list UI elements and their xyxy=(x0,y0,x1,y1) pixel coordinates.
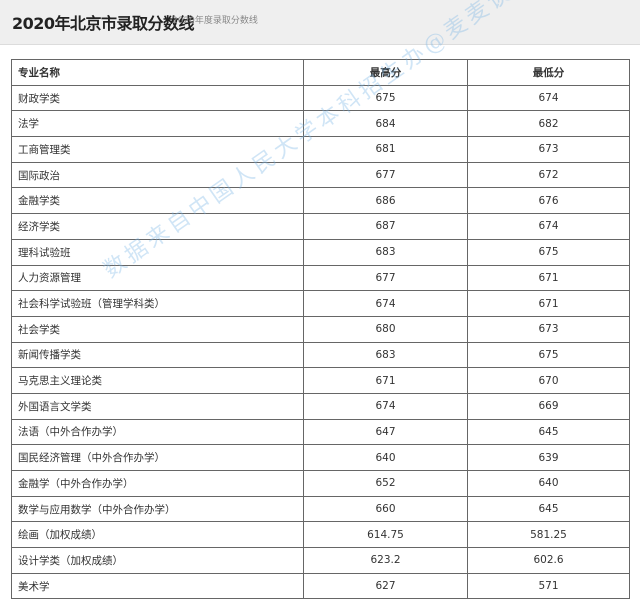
major-name: 美术学 xyxy=(11,572,304,600)
highest-score: 647 xyxy=(303,418,468,446)
lowest-score: 581.25 xyxy=(467,521,630,549)
major-name: 设计学类（加权成绩） xyxy=(11,547,304,574)
highest-score: 680 xyxy=(303,315,468,343)
lowest-score: 645 xyxy=(467,495,630,523)
highest-score: 683 xyxy=(303,238,468,266)
lowest-score: 571 xyxy=(467,572,630,600)
lowest-score: 673 xyxy=(467,136,630,163)
highest-score: 614.75 xyxy=(303,521,468,549)
table-row: 新闻传播学类 683 675 xyxy=(11,341,630,369)
lowest-score: 682 xyxy=(467,110,630,138)
major-name: 社会科学试验班（管理学科类） xyxy=(11,290,304,317)
highest-score: 660 xyxy=(303,495,468,523)
major-name: 马克思主义理论类 xyxy=(11,367,304,394)
major-name: 金融学（中外合作办学） xyxy=(11,470,304,497)
major-name: 法语（中外合作办学） xyxy=(11,418,304,446)
highest-score: 684 xyxy=(303,110,468,138)
major-name: 财政学类 xyxy=(11,84,304,112)
table-row: 金融学（中外合作办学） 652 640 xyxy=(11,470,630,497)
lowest-score: 675 xyxy=(467,341,630,369)
major-name: 绘画（加权成绩） xyxy=(11,521,304,549)
major-name: 人力资源管理 xyxy=(11,264,304,292)
table-row: 人力资源管理 677 671 xyxy=(11,264,630,292)
table-row: 数学与应用数学（中外合作办学） 660 645 xyxy=(11,495,630,523)
table-row: 设计学类（加权成绩） 623.2 602.6 xyxy=(11,547,630,574)
lowest-score: 639 xyxy=(467,444,630,471)
admission-scores-table: 专业名称 最高分 最低分 财政学类 675 674 法学 684 682 工商管理类 681 6… xyxy=(11,59,630,600)
table-row: 法学 684 682 xyxy=(11,110,630,138)
table-row: 理科试验班 683 675 xyxy=(11,238,630,266)
major-name: 金融学类 xyxy=(11,187,304,215)
table-row: 金融学类 686 676 xyxy=(11,187,630,215)
lowest-score: 671 xyxy=(467,264,630,292)
column-header-lowest: 最低分 xyxy=(467,59,630,86)
column-header-highest: 最高分 xyxy=(303,59,468,86)
major-name: 国际政治 xyxy=(11,161,304,189)
major-name: 经济学类 xyxy=(11,213,304,240)
table-row: 社会科学试验班（管理学科类） 674 671 xyxy=(11,290,630,317)
lowest-score: 671 xyxy=(467,290,630,317)
major-name: 国民经济管理（中外合作办学） xyxy=(11,444,304,471)
table-row: 外国语言文学类 674 669 xyxy=(11,392,630,420)
lowest-score: 670 xyxy=(467,367,630,394)
highest-score: 627 xyxy=(303,572,468,600)
lowest-score: 640 xyxy=(467,470,630,497)
table-row: 国际政治 677 672 xyxy=(11,161,630,189)
table-row: 财政学类 675 674 xyxy=(11,84,630,112)
table-header-row: 专业名称 最高分 最低分 xyxy=(11,59,630,86)
major-name: 数学与应用数学（中外合作办学） xyxy=(11,495,304,523)
major-name: 外国语言文学类 xyxy=(11,392,304,420)
table-row: 国民经济管理（中外合作办学） 640 639 xyxy=(11,444,630,471)
page-title: 2020年北京市录取分数线 xyxy=(12,14,195,33)
lowest-score: 645 xyxy=(467,418,630,446)
major-name: 理科试验班 xyxy=(11,238,304,266)
highest-score: 652 xyxy=(303,470,468,497)
highest-score: 683 xyxy=(303,341,468,369)
table-row: 工商管理类 681 673 xyxy=(11,136,630,163)
highest-score: 640 xyxy=(303,444,468,471)
lowest-score: 602.6 xyxy=(467,547,630,574)
column-header-major: 专业名称 xyxy=(11,59,304,86)
highest-score: 687 xyxy=(303,213,468,240)
highest-score: 674 xyxy=(303,290,468,317)
table-row: 马克思主义理论类 671 670 xyxy=(11,367,630,394)
highest-score: 674 xyxy=(303,392,468,420)
major-name: 新闻传播学类 xyxy=(11,341,304,369)
lowest-score: 669 xyxy=(467,392,630,420)
lowest-score: 674 xyxy=(467,84,630,112)
page-header: 2020年北京市录取分数线 2020年度录取分数线 xyxy=(0,0,640,45)
table-row: 社会学类 680 673 xyxy=(11,315,630,343)
major-name: 社会学类 xyxy=(11,315,304,343)
lowest-score: 674 xyxy=(467,213,630,240)
page-subtitle: 2020年度录取分数线 xyxy=(172,16,258,26)
table-row: 经济学类 687 674 xyxy=(11,213,630,240)
lowest-score: 672 xyxy=(467,161,630,189)
highest-score: 671 xyxy=(303,367,468,394)
highest-score: 675 xyxy=(303,84,468,112)
highest-score: 686 xyxy=(303,187,468,215)
table-row: 绘画（加权成绩） 614.75 581.25 xyxy=(11,521,630,549)
highest-score: 677 xyxy=(303,264,468,292)
highest-score: 681 xyxy=(303,136,468,163)
highest-score: 623.2 xyxy=(303,547,468,574)
major-name: 法学 xyxy=(11,110,304,138)
lowest-score: 676 xyxy=(467,187,630,215)
highest-score: 677 xyxy=(303,161,468,189)
table-row: 美术学 627 571 xyxy=(11,572,630,600)
lowest-score: 675 xyxy=(467,238,630,266)
lowest-score: 673 xyxy=(467,315,630,343)
major-name: 工商管理类 xyxy=(11,136,304,163)
table-row: 法语（中外合作办学） 647 645 xyxy=(11,418,630,446)
